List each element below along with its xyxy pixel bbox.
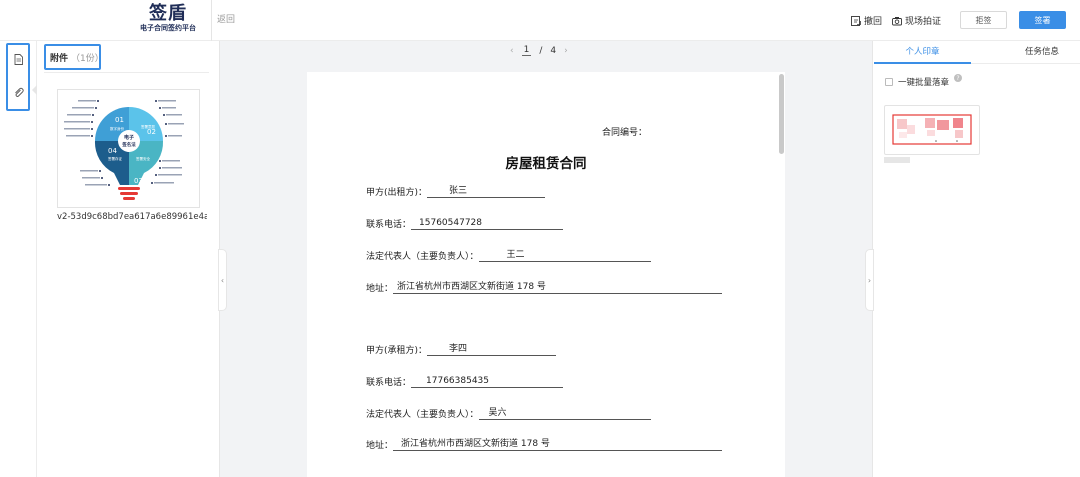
field-label: 联系电话： <box>366 378 412 388</box>
collapse-left-panel-button[interactable]: ‹ <box>218 249 227 311</box>
lessee-representative-field: 法定代表人（主要负责人）： 吴六 <box>366 407 651 420</box>
withdraw-icon <box>851 15 861 26</box>
batch-seal-option: 一键批量落章 ? <box>885 74 963 88</box>
contract-page: 合同编号： 房屋租赁合同 甲方(出租方)： 张三 联系电话： 157605477… <box>307 72 785 477</box>
attachments-title: 附件 <box>50 53 69 64</box>
attachments-divider <box>44 72 209 73</box>
lessor-address-field: 地址： 浙江省杭州市西湖区文新街道 178 号 <box>366 281 723 294</box>
page-separator: / <box>539 45 543 56</box>
contract-number-label: 合同编号： <box>602 128 648 138</box>
batch-seal-label: 一键批量落章 <box>898 78 950 88</box>
field-value: 张三 <box>427 186 546 198</box>
lightbulb-diagram: 电子 签名法 01 数字身份 02 签署意愿 03 签署安全 04 签署存证 <box>64 100 184 200</box>
back-link[interactable]: 返回 <box>211 0 235 41</box>
attachments-header[interactable]: 附件 （1份） <box>44 44 104 70</box>
document-viewer: ‹ 1 / 4 › 合同编号： 房屋租赁合同 甲方(出租方)： 张三 联系电话：… <box>219 41 873 477</box>
diagram-center-label-2: 签名法 <box>121 141 136 148</box>
diagram-segment-num: 04 <box>108 147 117 155</box>
rail-tool-group <box>6 43 30 111</box>
attachment-tool-button[interactable] <box>11 85 25 99</box>
tab-task-info[interactable]: 任务信息 <box>1014 41 1070 64</box>
field-value: 王二 <box>478 250 651 262</box>
diagram-segment-label: 数字身份 <box>110 126 124 131</box>
camera-icon <box>892 16 902 25</box>
brand-logo: 签盾 电子合同签约平台 <box>140 4 196 33</box>
top-header: 签盾 电子合同签约平台 返回 撤回 现场拍证 拒签 签署 <box>0 0 1080 41</box>
field-label: 地址： <box>366 441 394 451</box>
logo-sub-text: 电子合同签约平台 <box>140 24 196 32</box>
diagram-segment-num: 02 <box>147 128 156 136</box>
field-label: 地址： <box>366 284 394 294</box>
field-value: 浙江省杭州市西湖区文新街道 178 号 <box>393 282 723 294</box>
field-value: 17766385435 <box>411 376 564 388</box>
diagram-segment-label: 签署意愿 <box>141 124 155 129</box>
prev-page-icon[interactable]: ‹ <box>510 46 514 56</box>
lessee-address-field: 地址： 浙江省杭州市西湖区文新街道 178 号 <box>366 438 723 451</box>
diagram-segment-label: 签署安全 <box>136 156 150 161</box>
document-icon <box>14 53 23 65</box>
seal-caption-placeholder <box>884 157 910 163</box>
photo-verify-label: 现场拍证 <box>905 17 942 27</box>
field-label: 法定代表人（主要负责人）： <box>366 410 479 420</box>
seal-image <box>892 114 972 145</box>
right-panel: 个人印章 任务信息 一键批量落章 ? <box>874 41 1080 477</box>
field-value: 吴六 <box>478 408 651 420</box>
page-navigator: ‹ 1 / 4 › <box>510 45 568 56</box>
lessor-name-field: 甲方(出租方)： 张三 <box>366 185 546 198</box>
field-value: 李四 <box>427 344 557 356</box>
lessor-phone-field: 联系电话： 15760547728 <box>366 217 564 230</box>
field-label: 法定代表人（主要负责人）： <box>366 252 479 262</box>
attachment-file-name[interactable]: v2-53d9c68bd7ea617a6e89961e4a... <box>57 212 207 222</box>
photo-verify-button[interactable]: 现场拍证 <box>892 14 941 27</box>
field-label: 甲方(出租方)： <box>366 188 428 198</box>
next-page-icon[interactable]: › <box>564 46 568 56</box>
seal-card[interactable] <box>884 105 980 155</box>
total-pages: 4 <box>550 45 557 56</box>
batch-seal-checkbox[interactable] <box>885 78 893 86</box>
diagram-segment-label: 签署存证 <box>108 156 122 161</box>
left-rail <box>0 41 37 477</box>
lessee-name-field: 甲方(承租方)： 李四 <box>366 343 557 356</box>
lessee-phone-field: 联系电话： 17766385435 <box>366 375 564 388</box>
paperclip-icon <box>14 87 24 97</box>
document-scrollbar[interactable] <box>779 74 784 154</box>
diagram-segment-num: 03 <box>134 177 143 185</box>
right-panel-tabs: 个人印章 任务信息 <box>874 41 1080 64</box>
tab-personal-seal[interactable]: 个人印章 <box>874 41 971 64</box>
attachment-thumbnail[interactable]: 电子 签名法 01 数字身份 02 签署意愿 03 签署安全 04 签署存证 <box>57 89 200 208</box>
collapse-right-panel-button[interactable]: › <box>865 249 874 311</box>
field-label: 联系电话： <box>366 220 412 230</box>
diagram-center-label-1: 电子 <box>124 134 134 141</box>
current-page[interactable]: 1 <box>521 45 532 56</box>
logo-main-text: 签盾 <box>149 3 187 24</box>
attachments-count: （1份） <box>71 53 104 64</box>
diagram-segment-num: 01 <box>115 116 124 124</box>
reject-button[interactable]: 拒签 <box>960 11 1007 29</box>
field-value: 15760547728 <box>411 218 564 230</box>
withdraw-button[interactable]: 撤回 <box>851 14 882 27</box>
withdraw-label: 撤回 <box>864 17 883 27</box>
attachments-panel: 附件 （1份） 电子 签名法 01 数字身份 02 签署意愿 03 签署安全 0… <box>37 41 219 477</box>
sign-button[interactable]: 签署 <box>1019 11 1066 29</box>
field-value: 浙江省杭州市西湖区文新街道 178 号 <box>393 439 723 451</box>
lessor-representative-field: 法定代表人（主要负责人）： 王二 <box>366 249 651 262</box>
contract-title: 房屋租赁合同 <box>505 156 587 172</box>
help-icon[interactable]: ? <box>954 74 963 82</box>
document-tool-button[interactable] <box>11 52 25 66</box>
field-label: 甲方(承租方)： <box>366 346 428 356</box>
